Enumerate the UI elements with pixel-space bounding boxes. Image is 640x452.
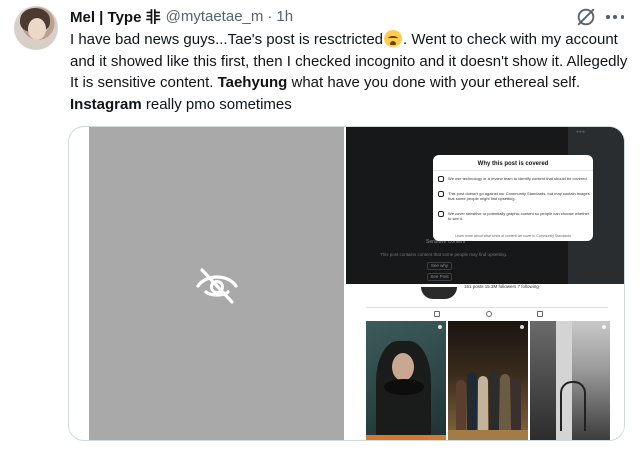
- post-thumbnail-3: [530, 321, 610, 440]
- loudly-crying-face-icon: [384, 30, 403, 47]
- dialog-title: Why this post is covered: [477, 161, 549, 167]
- eye-slash-icon[interactable]: [575, 6, 597, 28]
- divider: [433, 170, 593, 171]
- photo-figure: [489, 370, 499, 432]
- profile-avatar: [421, 287, 457, 299]
- grid-tab-icon: [434, 311, 440, 317]
- dialog-row: We cover sensitive or potentially graphi…: [438, 211, 590, 221]
- strip-text: ●●●: [576, 129, 586, 135]
- author-handle[interactable]: @mytaetae_m: [166, 8, 264, 25]
- dialog-row: This post doesn't go against our Communi…: [438, 191, 590, 201]
- info-icon: [438, 191, 444, 197]
- dot: [606, 15, 610, 19]
- photo-face: [392, 353, 414, 381]
- dark-overlay: ●●● Sensitive Content This post contains…: [346, 127, 624, 284]
- multi-post-icon: [438, 325, 442, 329]
- post-thumbnail-1: [366, 321, 446, 440]
- post-thumbnail-2: [448, 321, 528, 440]
- tweet-text-part1: I have bad news guys...Tae's post is res…: [70, 31, 384, 48]
- photo-bar: [366, 435, 446, 440]
- tweet-text-bold1: Taehyung: [217, 74, 288, 91]
- profile-stats: 151 posts 15.3M followers 7 following: [464, 284, 539, 289]
- tweet-text-part4: really pmo sometimes: [141, 95, 292, 113]
- dialog-row-text: We cover sensitive or potentially graphi…: [448, 211, 590, 221]
- photo-chair: [560, 381, 586, 431]
- author-name[interactable]: Mel | Type 非: [70, 6, 161, 27]
- photo-floor: [448, 430, 528, 440]
- tweet-header: Mel | Type 非 @mytaetae_m · 1h: [70, 5, 293, 27]
- multi-post-icon: [602, 325, 606, 329]
- tweet-text: I have bad news guys...Tae's post is res…: [70, 29, 630, 115]
- dot: [613, 15, 617, 19]
- separator-dot: ·: [267, 7, 273, 25]
- media-container[interactable]: ●●● Sensitive Content This post contains…: [68, 126, 625, 441]
- see-post-button: See Post: [427, 273, 452, 281]
- more-dots-icon[interactable]: [603, 6, 627, 28]
- eye-off-small-icon: [438, 211, 444, 217]
- see-why-button: See why: [427, 262, 452, 270]
- photo-figure: [500, 374, 510, 432]
- avatar-face: [28, 18, 46, 40]
- eye-off-icon: [196, 268, 238, 304]
- learn-more-link: Learn more about what kinds of content w…: [455, 234, 571, 238]
- dialog-row-text: This post doesn't go against our Communi…: [448, 191, 590, 201]
- why-covered-dialog: Why this post is covered We use technolo…: [433, 155, 593, 241]
- dialog-row-text: We use technology or a review team to id…: [448, 176, 588, 181]
- photo-hat: [384, 379, 424, 395]
- instagram-screenshot[interactable]: ●●● Sensitive Content This post contains…: [346, 127, 624, 440]
- tweet-text-part3: what have you done with your ethereal se…: [287, 74, 580, 91]
- dot: [620, 15, 624, 19]
- tweet-text-bold2: Instagram: [70, 95, 142, 113]
- hidden-media-panel[interactable]: [89, 127, 344, 440]
- photo-figure: [478, 376, 488, 432]
- dialog-row: We use technology or a review team to id…: [438, 176, 590, 182]
- reels-tab-icon: [486, 311, 492, 317]
- tagged-tab-icon: [537, 311, 543, 317]
- shield-icon: [438, 176, 444, 182]
- photo-figure: [467, 372, 477, 432]
- photo-figure: [456, 380, 466, 432]
- photo-figure: [511, 378, 521, 432]
- tweet-time[interactable]: 1h: [276, 8, 293, 25]
- covered-sub: This post contains content that some peo…: [380, 252, 508, 257]
- multi-post-icon: [520, 325, 524, 329]
- tabs-divider: [366, 307, 608, 308]
- avatar[interactable]: [14, 6, 58, 50]
